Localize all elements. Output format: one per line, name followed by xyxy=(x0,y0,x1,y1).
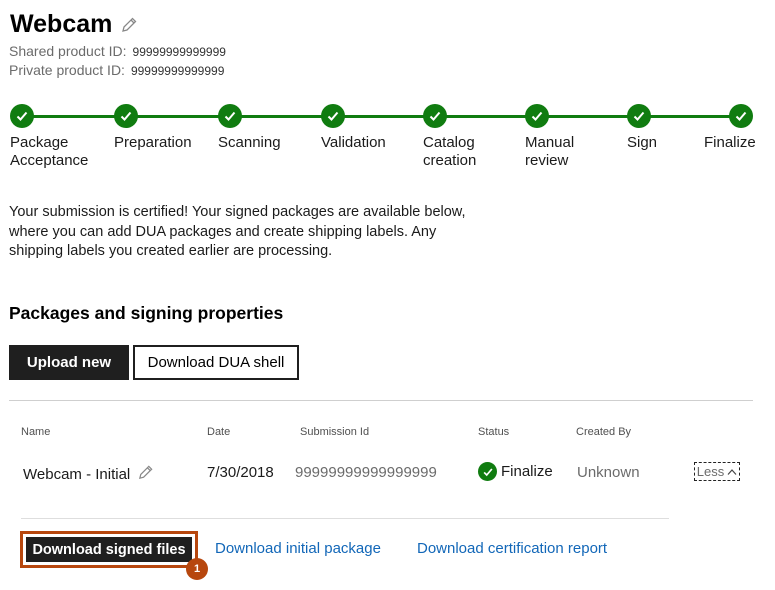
check-icon xyxy=(218,104,242,128)
section-title: Packages and signing properties xyxy=(9,303,284,323)
upload-new-button[interactable]: Upload new xyxy=(9,345,129,380)
step-label: Preparation xyxy=(114,134,192,151)
shared-product-id: Shared product ID: 99999999999999 xyxy=(9,43,226,59)
product-header: Webcam xyxy=(10,10,138,39)
date-cell: 7/30/2018 xyxy=(207,464,274,481)
less-label: Less xyxy=(696,464,725,479)
submission-id-cell: 99999999999999999 xyxy=(295,464,437,481)
step-label: Scanning xyxy=(218,134,281,151)
divider xyxy=(9,400,753,401)
column-header-created-by: Created By xyxy=(576,426,632,438)
column-header-date: Date xyxy=(207,426,231,438)
package-name-cell: Webcam - Initial xyxy=(23,464,154,485)
shared-id-value: 99999999999999 xyxy=(132,45,226,59)
certification-progress: Package Acceptance Preparation Scanning V… xyxy=(0,104,775,184)
download-dua-shell-button[interactable]: Download DUA shell xyxy=(133,345,299,380)
step-label: Catalog creation xyxy=(423,134,477,169)
private-product-id: Private product ID: 99999999999999 xyxy=(9,62,224,78)
chevron-up-icon xyxy=(727,464,737,479)
check-icon xyxy=(423,104,447,128)
check-icon xyxy=(627,104,651,128)
download-signed-highlight: Download signed files xyxy=(20,531,198,568)
step-label: Manual review xyxy=(525,134,575,169)
page-title: Webcam xyxy=(10,10,113,38)
created-by-cell: Unknown xyxy=(577,464,640,481)
step-badge: 1 xyxy=(186,558,208,580)
column-header-submission-id: Submission Id xyxy=(300,426,370,438)
check-circle-icon xyxy=(478,462,497,481)
status-text: Finalize xyxy=(501,463,553,480)
check-icon xyxy=(729,104,753,128)
column-header-name: Name xyxy=(21,426,51,438)
check-icon xyxy=(321,104,345,128)
download-certification-report-link[interactable]: Download certification report xyxy=(417,540,607,557)
private-id-value: 99999999999999 xyxy=(130,64,225,78)
pencil-icon[interactable] xyxy=(120,16,138,34)
download-initial-package-link[interactable]: Download initial package xyxy=(215,540,381,557)
row-divider xyxy=(21,518,669,519)
check-icon xyxy=(114,104,138,128)
private-id-label: Private product ID: xyxy=(9,62,125,78)
column-header-status: Status xyxy=(478,426,510,438)
step-label: Validation xyxy=(321,134,386,151)
package-name: Webcam - Initial xyxy=(23,466,131,483)
status-cell: Finalize xyxy=(478,462,553,481)
shared-id-label: Shared product ID: xyxy=(9,43,127,59)
less-toggle-button[interactable]: Less xyxy=(694,462,740,481)
certification-message: Your submission is certified! Your signe… xyxy=(9,204,466,259)
step-label: Finalize xyxy=(704,134,756,151)
step-label: Package Acceptance xyxy=(10,134,89,169)
check-icon xyxy=(525,104,549,128)
download-signed-files-button[interactable]: Download signed files xyxy=(26,537,192,562)
step-label: Sign xyxy=(627,134,658,151)
pencil-icon[interactable] xyxy=(137,464,154,485)
check-icon xyxy=(10,104,34,128)
